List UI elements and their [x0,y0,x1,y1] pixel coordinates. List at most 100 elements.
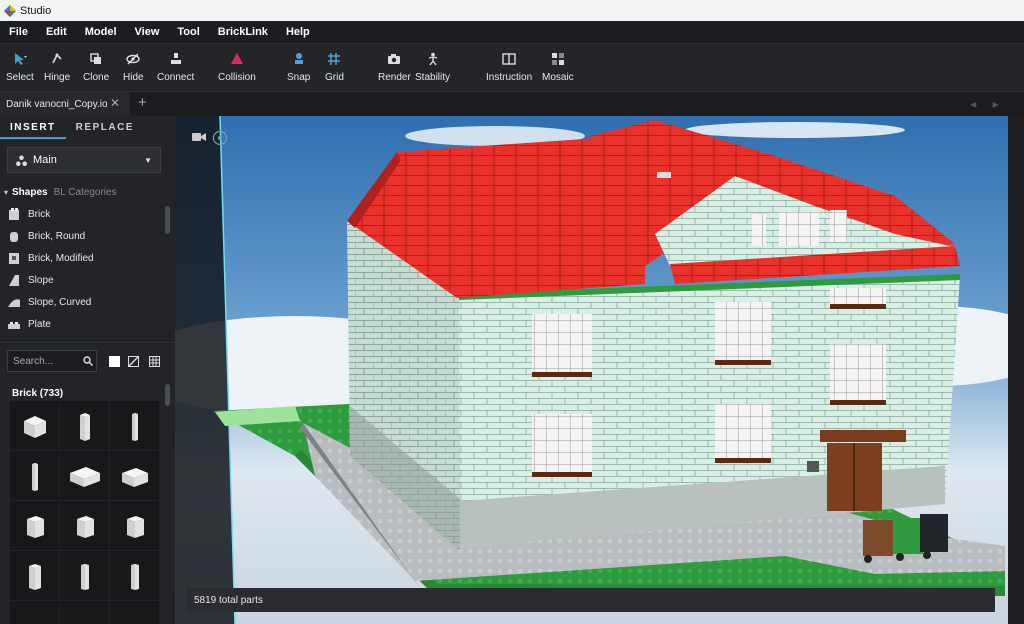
3d-viewport[interactable] [175,116,1008,624]
document-tab-bar: Danik vanocni_Copy.io ✕ + ◀ ▶ [0,91,1024,116]
collision-toggle[interactable]: Collision [218,52,256,83]
brick-part-tile[interactable] [60,551,109,600]
render-button[interactable]: Render [378,52,411,83]
brick-part-tile[interactable] [10,501,59,550]
bl-categories-tab[interactable]: BL Categories [54,187,117,198]
mosaic-label: Mosaic [542,72,574,83]
category-item-plate[interactable]: Plate [0,313,175,335]
category-list: Brick Brick, Round Brick, Modified Slope… [0,203,175,343]
brick-part-tile[interactable] [60,601,109,624]
brick-part-tile[interactable] [10,401,59,450]
brick-part-tile[interactable] [110,601,159,624]
parts-palette-panel: INSERT REPLACE Main ▼ ▾ Shapes BL Catego… [0,116,175,624]
brick-partial-icon [20,611,50,624]
solid-color-view-icon[interactable] [109,356,120,367]
category-label: Plate [28,318,51,330]
orbit-view-icon[interactable] [212,130,228,146]
hide-tool-button[interactable]: Hide [123,52,144,83]
brick-part-tile[interactable] [10,601,59,624]
instruction-button[interactable]: Instruction [486,52,532,83]
pattern-filter-icon[interactable] [128,356,139,367]
grid-view-icon[interactable] [149,356,160,367]
tab-scroll-left-icon[interactable]: ◀ [970,100,976,109]
connect-tool-button[interactable]: Connect [157,52,194,83]
brick-column-icon [31,462,38,491]
palette-name: Main [33,154,57,166]
menu-file[interactable]: File [0,26,37,38]
brick-part-tile[interactable] [60,451,109,500]
collision-triangle-icon [230,53,243,64]
instruction-label: Instruction [486,72,533,83]
tab-insert[interactable]: INSERT [0,116,66,139]
clone-tool-button[interactable]: Clone [83,52,109,83]
add-tab-button[interactable]: + [138,94,147,111]
category-item-brick-modified[interactable]: Brick, Modified [0,247,175,269]
search-icon[interactable] [83,356,93,366]
plate-icon [8,322,20,329]
grid-dropdown[interactable]: Grid [325,52,344,83]
part-search-row: Search... [0,342,175,378]
round-brick-icon [10,232,18,242]
hide-label: Hide [123,72,144,83]
category-scrollbar[interactable] [165,206,170,234]
brick-part-tile[interactable] [60,401,109,450]
brick-part-tile[interactable] [110,451,159,500]
brick-partial-icon [70,611,100,624]
slope-icon [9,275,19,286]
eye-slash-icon [126,53,140,65]
hinge-tool-button[interactable]: Hinge [44,52,70,83]
status-bar: 5819 total parts [186,588,995,612]
stability-figure-icon [428,52,437,66]
parts-scrollbar[interactable] [165,384,170,406]
menu-model[interactable]: Model [76,26,126,38]
right-panel-collapsed[interactable] [1008,116,1024,624]
stability-button[interactable]: Stability [415,52,450,83]
app-title: Studio [20,4,52,17]
brick-part-tile[interactable] [110,501,159,550]
tab-replace[interactable]: REPLACE [66,116,144,140]
select-label: Select [6,72,34,83]
category-item-slope[interactable]: Slope [0,269,175,291]
menu-bar: File Edit Model View Tool BrickLink Help [0,21,1024,43]
brick-1x2x3-icon [28,563,41,590]
document-tab[interactable]: Danik vanocni_Copy.io ✕ [0,92,130,116]
total-parts-count: 5819 total parts [194,594,263,606]
snap-toggle[interactable]: Snap [287,52,310,83]
menu-bricklink[interactable]: BrickLink [209,26,277,38]
category-item-slope-curved[interactable]: Slope, Curved [0,291,175,313]
menu-help[interactable]: Help [277,26,319,38]
menu-edit[interactable]: Edit [37,26,76,38]
close-tab-icon[interactable]: ✕ [110,96,120,110]
shapes-tab[interactable]: Shapes [12,187,48,198]
category-label: Slope, Curved [28,296,92,308]
brick-part-tile[interactable] [10,551,59,600]
tab-scroll-right-icon[interactable]: ▶ [993,100,999,109]
video-camera-icon[interactable] [192,132,206,142]
select-tool-button[interactable]: Select [6,52,34,83]
category-label: Brick, Round [28,230,86,242]
palette-tree-icon [16,154,27,166]
mosaic-button[interactable]: Mosaic [542,52,574,83]
part-search-input[interactable]: Search... [7,350,97,372]
collapse-chevron-icon[interactable]: ▾ [4,188,8,197]
brick-part-tile[interactable] [110,551,159,600]
brick-part-tile[interactable] [10,451,59,500]
brick-1x2-tall-icon [79,412,90,441]
brick-part-tile[interactable] [110,401,159,450]
category-label: Brick, Modified [28,252,94,264]
menu-view[interactable]: View [126,26,169,38]
curved-slope-icon [8,299,20,307]
brick-1x1x3-icon [80,563,89,590]
modified-brick-icon [9,253,19,264]
menu-tool[interactable]: Tool [168,26,208,38]
stability-label: Stability [415,72,451,83]
brick-part-tile[interactable] [60,501,109,550]
mosaic-icon [551,53,564,65]
palette-dropdown[interactable]: Main ▼ [7,147,161,173]
brick-1x2-alt-icon [126,515,144,538]
tab-scroll-arrows: ◀ ▶ [962,96,1007,112]
category-item-brick[interactable]: Brick [0,203,175,225]
main-toolbar: Select Hinge Clone Hide Connect Collisio… [0,43,1024,91]
brick-2x3-icon [121,467,148,487]
category-item-brick-round[interactable]: Brick, Round [0,225,175,247]
